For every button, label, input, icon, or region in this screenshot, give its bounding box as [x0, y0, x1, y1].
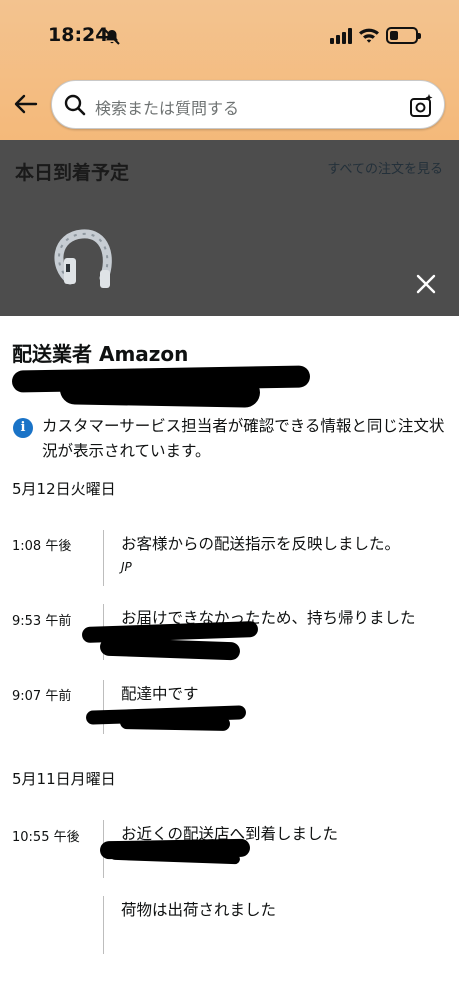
status-time: 18:24	[48, 24, 109, 46]
redaction-mark	[119, 715, 231, 731]
product-image	[54, 229, 112, 288]
arriving-today-title: 本日到着予定	[15, 162, 130, 184]
search-bar[interactable]: 検索または質問する	[51, 80, 445, 129]
camera-search-icon[interactable]	[409, 93, 435, 119]
signal-icon	[330, 28, 352, 44]
info-message: カスタマーサービス担当者が確認できる情報と同じ注文状況が表示されています。	[42, 417, 445, 460]
date-heading: 5月12日火曜日	[12, 480, 116, 498]
bell-muted-icon	[104, 29, 120, 45]
info-icon: i	[13, 418, 33, 438]
wifi-icon	[359, 28, 379, 43]
view-all-orders-link: すべての注文を見る	[327, 162, 443, 177]
timeline-line	[103, 896, 104, 954]
battery-icon	[386, 27, 421, 44]
date-heading: 5月11日月曜日	[12, 770, 116, 788]
search-input[interactable]: 検索または質問する	[95, 95, 239, 119]
event-time: 9:07 午前	[12, 689, 72, 704]
timeline-line	[103, 680, 104, 734]
redaction-mark	[59, 374, 261, 408]
status-bar: 18:24	[0, 0, 459, 72]
close-icon[interactable]	[414, 272, 438, 296]
event-location: JP	[121, 560, 132, 574]
carrier-title: 配送業者 Amazon	[12, 342, 189, 366]
back-arrow-icon[interactable]	[12, 92, 40, 116]
event-text: お客様からの配送指示を反映しました。	[121, 535, 401, 553]
timeline-line	[103, 530, 104, 586]
event-time: 9:53 午前	[12, 614, 72, 629]
event-time: 1:08 午後	[12, 539, 72, 554]
event-time: 10:55 午後	[12, 830, 80, 845]
event-text: 配達中です	[121, 685, 199, 703]
app-header: 18:24 検索または質問する	[0, 0, 459, 140]
event-text: 荷物は出荷されました	[121, 901, 277, 919]
search-icon	[64, 94, 86, 116]
